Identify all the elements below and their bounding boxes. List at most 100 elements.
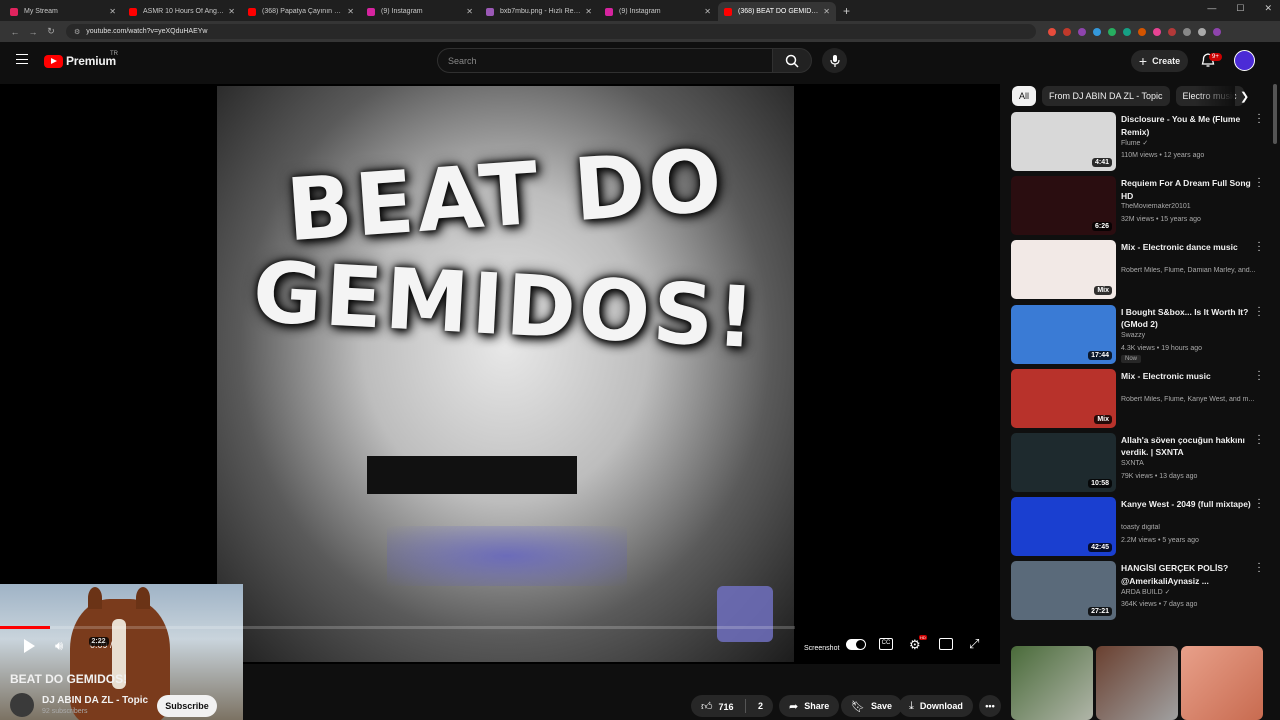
extension-icon[interactable] — [1153, 27, 1161, 36]
chip-from-channel[interactable]: From DJ ABIN DA ZL - Topic — [1042, 86, 1170, 106]
more-vert-icon[interactable]: · · · — [1256, 366, 1262, 384]
more-vert-icon[interactable]: · · · — [1256, 238, 1262, 256]
search-button[interactable] — [772, 48, 812, 73]
recommended-video[interactable]: Mix Mix - Electronic music Robert Miles, F… — [1011, 366, 1271, 433]
forward-icon[interactable]: → — [24, 27, 42, 37]
back-icon[interactable]: ← — [6, 27, 24, 37]
download-button[interactable]: ⤓ Download — [899, 695, 973, 717]
recommended-channel[interactable]: toasty digital — [1121, 524, 1261, 531]
shorts-thumbnail[interactable] — [1181, 646, 1263, 720]
recommended-title[interactable]: Mix - Electronic music — [1121, 370, 1253, 383]
close-icon[interactable]: ✕ — [585, 7, 592, 16]
share-button[interactable]: ➦ Share — [779, 695, 840, 717]
screenshot-toggle[interactable] — [846, 639, 866, 650]
close-window-icon[interactable]: ✕ — [1264, 3, 1272, 14]
close-icon[interactable]: ✕ — [704, 7, 711, 16]
maximize-icon[interactable]: ☐ — [1236, 3, 1244, 14]
recommended-title[interactable]: Allah'a söven çocuğun hakkını verdik. | … — [1121, 434, 1253, 459]
close-icon[interactable]: ✕ — [823, 7, 830, 16]
recommended-title[interactable]: Requiem For A Dream Full Song HD — [1121, 177, 1253, 202]
video-player[interactable]: BEAT DO GEMIDOS! — [0, 84, 1000, 720]
recommended-video[interactable]: 17:44 I Bought S&box... Is It Worth It? (… — [1011, 302, 1271, 369]
recommended-video[interactable]: 10:58 Allah'a söven çocuğun hakkını verdi… — [1011, 430, 1271, 497]
play-icon[interactable] — [24, 639, 35, 653]
video-thumbnail[interactable]: 10:58 — [1011, 432, 1116, 492]
browser-tab[interactable]: My Stream ✕ — [4, 2, 122, 21]
more-vert-icon[interactable]: · · · — [1256, 495, 1262, 513]
extension-icon[interactable] — [1108, 27, 1116, 36]
recommended-video[interactable]: 6:26 Requiem For A Dream Full Song HD TheM… — [1011, 174, 1271, 240]
video-thumbnail[interactable]: 6:26 — [1011, 176, 1116, 236]
reload-icon[interactable]: ↻ — [42, 26, 60, 37]
new-tab-icon[interactable]: + — [843, 2, 850, 21]
video-thumbnail[interactable]: Mix — [1011, 240, 1116, 300]
recommended-video[interactable]: Mix Mix - Electronic dance music Robert Mi… — [1011, 238, 1271, 304]
recommended-video[interactable]: 27:21 HANGİSİ GERÇEK POLİS? @AmerikaliAyn… — [1011, 559, 1271, 625]
close-icon[interactable]: ✕ — [109, 7, 116, 16]
browser-tab[interactable]: (9) Instagram ✕ — [599, 2, 717, 21]
more-vert-icon[interactable]: · · · — [1256, 174, 1262, 192]
extension-icon[interactable] — [1183, 27, 1191, 36]
menu-icon[interactable] — [16, 54, 28, 64]
recommended-channel[interactable]: Flume ✓ — [1121, 139, 1261, 147]
recommended-channel[interactable]: TheMoviemaker20101 — [1121, 203, 1261, 210]
minimize-icon[interactable]: — — [1207, 3, 1216, 14]
voice-search-button[interactable] — [822, 48, 847, 73]
close-icon[interactable]: ✕ — [347, 7, 354, 16]
recommended-title[interactable]: I Bought S&box... Is It Worth It? (GMod … — [1121, 306, 1253, 331]
more-vert-icon[interactable]: · · · — [1256, 559, 1262, 577]
more-actions-button[interactable]: ••• — [979, 695, 1001, 717]
browser-tab[interactable]: bxb7mbu.png - Hızlı Resim ✕ — [480, 2, 598, 21]
extension-icon[interactable] — [1078, 27, 1086, 36]
more-vert-icon[interactable]: · · · — [1256, 302, 1262, 320]
recommended-video[interactable]: 42:45 Kanye West - 2049 (full mixtape) toa… — [1011, 495, 1271, 561]
video-thumbnail[interactable]: 27:21 — [1011, 561, 1116, 621]
volume-icon[interactable]: 🔊︎ — [55, 638, 63, 654]
progress-bar[interactable] — [0, 626, 795, 629]
save-button[interactable]: 🔖︎ Save — [841, 695, 902, 717]
recommended-video[interactable]: 4:41 Disclosure - You & Me (Flume Remix) F… — [1011, 110, 1271, 176]
recommended-title[interactable]: Mix - Electronic dance music — [1121, 241, 1253, 254]
extension-icon[interactable] — [1093, 27, 1101, 36]
recommended-title[interactable]: Kanye West - 2049 (full mixtape) — [1121, 498, 1253, 511]
like-button[interactable]: 👍︎ 716 — [701, 700, 734, 713]
recommended-title[interactable]: Disclosure - You & Me (Flume Remix) — [1121, 113, 1253, 138]
create-button[interactable]: + Create — [1131, 50, 1188, 72]
fullscreen-icon[interactable]: ⤢ — [969, 636, 979, 652]
channel-name[interactable]: DJ ABIN DA ZL - Topic — [42, 695, 148, 706]
shorts-thumbnail[interactable] — [1011, 646, 1093, 720]
recommended-channel[interactable]: Robert Miles, Flume, Damian Marley, and.… — [1121, 267, 1261, 274]
recommended-channel[interactable]: Robert Miles, Flume, Kanye West, and m..… — [1121, 396, 1261, 403]
extension-icon[interactable] — [1168, 27, 1176, 36]
recommended-channel[interactable]: Swazzy — [1121, 332, 1261, 339]
video-thumbnail[interactable]: 4:41 — [1011, 112, 1116, 171]
account-avatar[interactable] — [1234, 50, 1255, 71]
captions-icon[interactable]: CC — [879, 638, 893, 650]
shorts-thumbnail[interactable] — [1096, 646, 1178, 720]
extension-icon[interactable] — [1048, 27, 1056, 36]
more-vert-icon[interactable]: · · · — [1256, 430, 1262, 448]
recommended-channel[interactable]: ARDA BUILD ✓ — [1121, 588, 1261, 596]
chip-all[interactable]: All — [1012, 86, 1037, 106]
site-info-icon[interactable]: ⚙ — [74, 28, 80, 36]
url-field[interactable]: ⚙ youtube.com/watch?v=yeXQduHAEYw — [66, 24, 1036, 39]
recommended-channel[interactable]: SXNTA — [1121, 460, 1261, 467]
close-icon[interactable]: ✕ — [466, 7, 473, 16]
browser-tab[interactable]: (9) Instagram ✕ — [361, 2, 479, 21]
video-thumbnail[interactable]: 17:44 — [1011, 304, 1116, 364]
extension-icon[interactable] — [1063, 27, 1071, 36]
video-thumbnail[interactable]: 42:45 — [1011, 497, 1116, 557]
extension-icon[interactable] — [1123, 27, 1131, 36]
extension-icon[interactable] — [1198, 27, 1206, 36]
miniplayer-icon[interactable] — [939, 638, 953, 650]
search-input[interactable]: Search — [437, 48, 773, 73]
profile-icon[interactable] — [1213, 27, 1221, 36]
browser-tab-active[interactable]: (368) BEAT DO GEMIDOS! - You ✕ — [718, 2, 836, 21]
close-icon[interactable]: ✕ — [228, 7, 235, 16]
browser-tab[interactable]: (368) Papatya Çayının Faydaları ✕ — [242, 2, 360, 21]
extension-icon[interactable] — [1138, 27, 1146, 36]
video-thumbnail[interactable]: Mix — [1011, 368, 1116, 428]
channel-avatar[interactable] — [10, 693, 34, 717]
chevron-right-icon[interactable]: ❯ — [1240, 90, 1249, 103]
subscribe-button[interactable]: Subscribe — [157, 695, 217, 717]
